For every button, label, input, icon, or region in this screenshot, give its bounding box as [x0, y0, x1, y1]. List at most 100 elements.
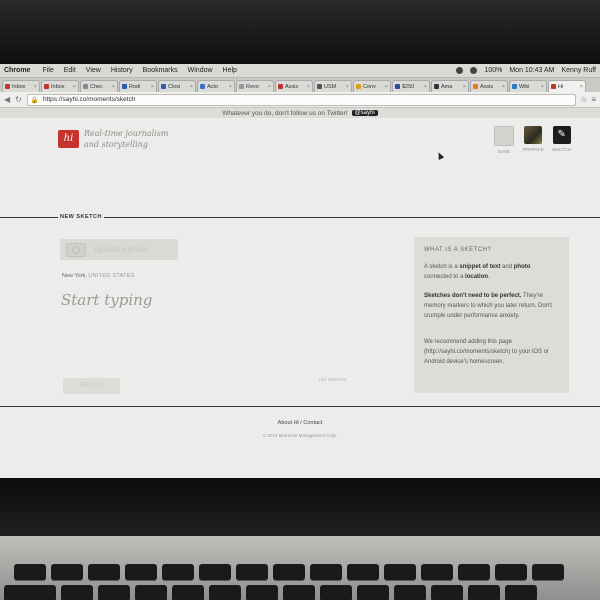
menu-app-name[interactable]: Chrome — [4, 67, 30, 74]
tab-label: Assis — [480, 83, 494, 90]
close-icon[interactable]: × — [228, 84, 232, 90]
star-icon[interactable]: ☆ — [580, 95, 587, 104]
section-divider-bottom — [0, 406, 600, 407]
close-icon[interactable]: × — [72, 84, 76, 90]
os-menu-bar: Chrome File Edit View History Bookmarks … — [0, 64, 600, 78]
nav-profile[interactable]: PROFILE — [523, 126, 544, 152]
close-icon[interactable]: × — [384, 84, 388, 90]
close-icon[interactable]: × — [462, 84, 466, 90]
close-icon[interactable]: × — [345, 84, 349, 90]
hi-logo[interactable]: hi — [58, 130, 79, 148]
site-tagline: Real-time journalism and storytelling — [84, 129, 169, 149]
browser-toolbar: ◀ ↻ 🔒 https://sayhi.co/moments/sketch ☆ … — [0, 92, 600, 108]
laptop-keyboard — [0, 536, 600, 600]
favicon-icon — [473, 84, 478, 89]
favicon-icon — [317, 84, 322, 89]
pencil-icon: ✎ — [552, 126, 571, 144]
menu-file[interactable]: File — [42, 67, 53, 74]
nav-save[interactable]: SAVE — [494, 126, 514, 154]
lock-icon: 🔒 — [30, 96, 39, 104]
browser-tab[interactable]: Hi × — [548, 80, 586, 92]
save-icon — [494, 126, 514, 146]
browser-tab[interactable]: Chec × — [80, 80, 118, 92]
favicon-icon — [239, 84, 244, 89]
nav-sketch-label: SKETCH — [552, 147, 572, 152]
word-count: 100 WORDS — [318, 377, 347, 382]
tab-label: USM — [324, 83, 337, 90]
favicon-icon — [83, 84, 88, 89]
favicon-icon — [278, 84, 283, 89]
menu-view[interactable]: View — [86, 67, 101, 74]
tab-label: Acto — [207, 83, 219, 90]
info-heading: WHAT IS A SKETCH? — [424, 247, 492, 253]
tab-label: Hi — [558, 83, 564, 90]
battery-level[interactable]: 100% — [484, 67, 502, 74]
close-icon[interactable]: × — [579, 84, 583, 90]
browser-tab[interactable]: Acto × — [197, 80, 235, 92]
wifi-icon[interactable] — [456, 67, 464, 74]
browser-tab[interactable]: $250 × — [392, 80, 430, 92]
address-bar[interactable]: 🔒 https://sayhi.co/moments/sketch — [26, 93, 577, 106]
menu-window[interactable]: Window — [188, 67, 213, 74]
tab-label: Wiki — [519, 83, 530, 90]
close-icon[interactable]: × — [501, 84, 505, 90]
reload-icon[interactable]: ↻ — [15, 95, 22, 104]
nav-sketch[interactable]: ✎ SKETCH — [552, 126, 571, 152]
favicon-icon — [434, 84, 439, 89]
mouse-cursor-icon — [435, 151, 445, 160]
browser-tab[interactable]: Assis × — [470, 80, 508, 92]
favicon-icon — [200, 84, 205, 89]
menu-help[interactable]: Help — [223, 67, 237, 74]
browser-tab[interactable]: Inbox × — [2, 80, 40, 92]
close-icon[interactable]: × — [150, 84, 154, 90]
browser-tab[interactable]: Rodi × — [119, 80, 157, 92]
favicon-icon — [356, 84, 361, 89]
browser-tab[interactable]: Revo × — [236, 80, 274, 92]
tab-label: Conv — [363, 83, 376, 90]
menu-bookmarks[interactable]: Bookmarks — [143, 67, 178, 74]
tab-label: Assis — [285, 83, 299, 90]
favicon-icon — [512, 84, 517, 89]
clock[interactable]: Mon 10:43 AM — [509, 67, 554, 74]
volume-icon[interactable] — [470, 67, 478, 74]
sketch-text-input[interactable]: Start typing — [61, 291, 152, 309]
tab-label: Ama — [441, 83, 453, 90]
twitter-handle-link[interactable]: @sayhi — [351, 110, 378, 116]
profile-avatar — [524, 126, 543, 144]
nav-save-label: SAVE — [497, 149, 511, 154]
banner-text: Whatever you do, don't follow us on Twit… — [222, 109, 348, 117]
twitter-banner: Whatever you do, don't follow us on Twit… — [0, 108, 600, 118]
menu-edit[interactable]: Edit — [64, 67, 76, 74]
browser-tab[interactable]: USM × — [314, 80, 352, 92]
address-url: https://sayhi.co/moments/sketch — [42, 96, 136, 103]
browser-tab[interactable]: Assis × — [275, 80, 313, 92]
tab-label: Rodi — [129, 83, 141, 90]
nav-profile-label: PROFILE — [523, 147, 544, 152]
favicon-icon — [122, 84, 127, 89]
close-icon[interactable]: × — [306, 84, 310, 90]
close-icon[interactable]: × — [111, 84, 115, 90]
user-name[interactable]: Kenny Ruff — [561, 67, 596, 74]
close-icon[interactable]: × — [33, 84, 37, 90]
tab-label: Inbox — [51, 83, 65, 90]
close-icon[interactable]: × — [189, 84, 193, 90]
close-icon[interactable]: × — [540, 84, 544, 90]
submit-button[interactable]: READY — [63, 378, 120, 394]
browser-tab[interactable]: Inbox × — [41, 80, 79, 92]
close-icon[interactable]: × — [423, 84, 427, 90]
browser-tab[interactable]: Ama × — [431, 80, 469, 92]
favicon-icon — [161, 84, 166, 89]
menu-icon[interactable]: ≡ — [591, 95, 596, 104]
browser-tab[interactable]: Closi × — [158, 80, 196, 92]
close-icon[interactable]: × — [267, 84, 271, 90]
favicon-icon — [44, 84, 49, 89]
upload-photo-button[interactable]: Upload a photo — [60, 239, 178, 260]
browser-tab[interactable]: Conv × — [353, 80, 391, 92]
footer-links[interactable]: About Hi / Contact — [0, 420, 600, 426]
favicon-icon — [551, 84, 556, 89]
menu-history[interactable]: History — [111, 67, 133, 74]
browser-tab[interactable]: Wiki × — [509, 80, 547, 92]
back-icon[interactable]: ◀ — [4, 95, 10, 104]
tab-label: Inbox — [12, 83, 26, 90]
laptop-bezel-bottom — [0, 478, 600, 536]
